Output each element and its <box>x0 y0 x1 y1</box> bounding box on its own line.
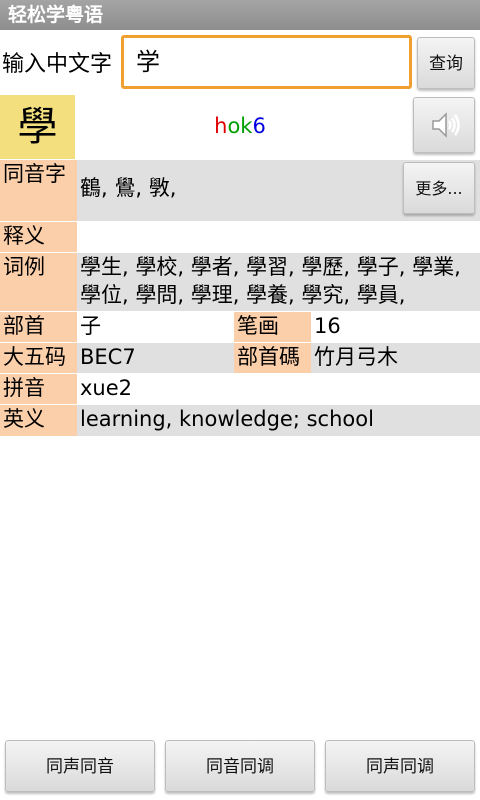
homophones-label: 同音字 <box>0 160 77 221</box>
same-initial-same-final-button[interactable]: 同声同音 <box>5 740 155 792</box>
english-row: 英义 learning, knowledge; school <box>0 405 480 436</box>
radical-label: 部首 <box>0 312 77 342</box>
pinyin-label: 拼音 <box>0 374 77 404</box>
search-row: 输入中文字 学 查询 <box>0 32 480 92</box>
search-input[interactable]: 学 <box>121 35 412 89</box>
same-initial-same-tone-button[interactable]: 同声同调 <box>325 740 475 792</box>
pinyin-value: xue2 <box>77 374 480 404</box>
examples-value: 學生, 學校, 學者, 學習, 學歷, 學子, 學業, 學位, 學問, 學理, … <box>77 253 480 311</box>
radical-code-value: 竹月弓木 <box>311 343 480 373</box>
jyutping-tone: 6 <box>252 114 266 138</box>
jyutping-initial: h <box>214 114 228 138</box>
english-value: learning, knowledge; school <box>77 405 480 436</box>
result-character: 學 <box>0 95 75 159</box>
meaning-label: 释义 <box>0 222 77 252</box>
meaning-row: 释义 <box>0 222 480 252</box>
more-homophones-button[interactable]: 更多... <box>403 162 475 214</box>
radical-row: 部首 子 笔画 16 <box>0 312 480 342</box>
search-label: 输入中文字 <box>2 52 113 77</box>
query-button[interactable]: 查询 <box>417 37 475 89</box>
big5-label: 大五码 <box>0 343 77 373</box>
play-sound-button[interactable] <box>413 97 475 153</box>
big5-row: 大五码 BEC7 部首碼 竹月弓木 <box>0 343 480 373</box>
english-label: 英义 <box>0 405 77 436</box>
strokes-label: 笔画 <box>234 312 311 342</box>
meaning-value <box>77 222 480 252</box>
big5-value: BEC7 <box>77 343 234 373</box>
pinyin-row: 拼音 xue2 <box>0 374 480 404</box>
strokes-value: 16 <box>311 312 480 342</box>
radical-value: 子 <box>77 312 234 342</box>
jyutping: hok6 <box>170 114 310 138</box>
same-final-same-tone-button[interactable]: 同音同调 <box>165 740 315 792</box>
jyutping-final: ok <box>227 114 253 138</box>
examples-label: 词例 <box>0 253 77 311</box>
radical-code-label: 部首碼 <box>234 343 311 373</box>
app-title: 轻松学粤语 <box>0 0 480 30</box>
examples-row: 词例 學生, 學校, 學者, 學習, 學歷, 學子, 學業, 學位, 學問, 學… <box>0 253 480 311</box>
speaker-icon <box>432 112 460 138</box>
